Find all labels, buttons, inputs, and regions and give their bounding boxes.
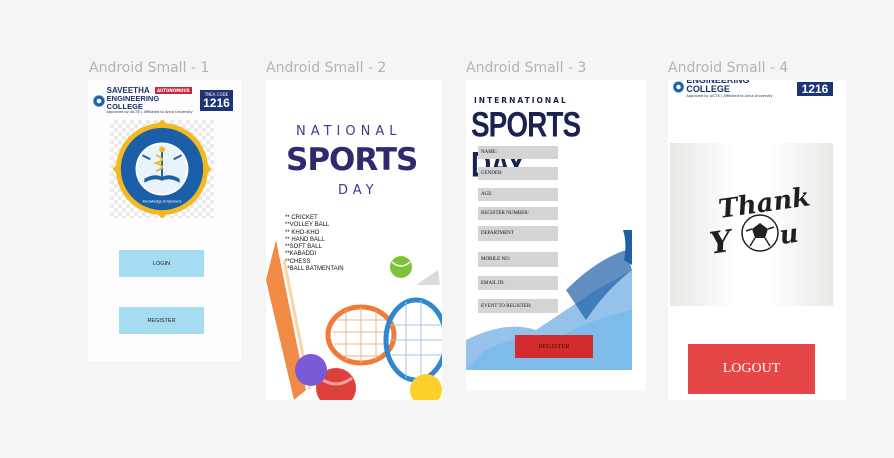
college-header: ENGINEERING COLLEGE Approved by AICTE | … bbox=[673, 80, 833, 99]
you-text-u: u bbox=[778, 219, 801, 251]
gender-field[interactable]: GENDER: bbox=[478, 167, 558, 180]
event-to-register-field[interactable]: EVENT TO REGISTER: bbox=[478, 299, 558, 313]
thank-you-image: Thank Y u bbox=[670, 143, 833, 306]
college-logo-icon bbox=[673, 81, 685, 94]
institute-motto: Knowledge Empowers bbox=[143, 198, 182, 203]
age-field[interactable]: AGE: bbox=[478, 188, 558, 201]
frame-android-small-1: SAVEETHA ENGINEERING COLLEGE Approved by… bbox=[88, 80, 241, 361]
frame-android-small-2: NATIONAL SPORTS DAY ** CRICKET **VOLLEY … bbox=[266, 80, 442, 400]
thank-you-illustration: Thank Y u bbox=[708, 182, 812, 262]
college-name-line2: ENGINEERING COLLEGE bbox=[686, 80, 750, 94]
department-field[interactable]: DEPARTMENT bbox=[478, 226, 558, 241]
frame-android-small-3: INTERNATIONAL SPORTS DAY NAME: GENDER: A… bbox=[466, 80, 646, 390]
mobile-number-field[interactable]: MOBILE NO: bbox=[478, 252, 558, 267]
register-submit-button[interactable]: REGISTER bbox=[515, 335, 593, 358]
login-button[interactable]: LOGIN bbox=[119, 250, 204, 277]
tnea-code-box: TNEA CODE 1216 bbox=[199, 90, 233, 112]
tnea-code-box: 1216 bbox=[796, 82, 833, 97]
autonomous-badge: AUTONOMOUS bbox=[155, 87, 192, 94]
you-text-y: Y bbox=[708, 224, 737, 262]
sports-heading: SPORTS bbox=[286, 142, 418, 178]
tnea-code: 1216 bbox=[801, 82, 829, 97]
list-item: **VOLLEY BALL bbox=[285, 222, 330, 229]
international-heading: INTERNATIONAL bbox=[474, 96, 568, 105]
register-button[interactable]: REGISTER bbox=[119, 307, 204, 334]
list-item: ** KHO-KHO bbox=[285, 229, 320, 236]
institute-logo: Knowledge Empowers bbox=[110, 120, 214, 218]
tnea-code: 1216 bbox=[203, 95, 230, 110]
frame-label-1: Android Small - 1 bbox=[89, 60, 210, 76]
college-logo-icon bbox=[93, 94, 105, 107]
list-item: ** CRICKET bbox=[285, 215, 318, 221]
institute-seal-icon: Knowledge Empowers bbox=[113, 120, 211, 218]
day-heading: DAY bbox=[338, 183, 379, 198]
national-heading: NATIONAL bbox=[296, 124, 402, 139]
college-approved-text: Approved by AICTE | Affiliated to Anna U… bbox=[686, 94, 773, 98]
frame-android-small-4: ENGINEERING COLLEGE Approved by AICTE | … bbox=[668, 80, 846, 400]
email-field[interactable]: EMAIL ID: bbox=[478, 276, 558, 290]
frame-label-3: Android Small - 3 bbox=[466, 60, 587, 76]
sports-equipment-illustration bbox=[266, 240, 442, 400]
college-header: SAVEETHA ENGINEERING COLLEGE Approved by… bbox=[93, 87, 233, 115]
frame-label-4: Android Small - 4 bbox=[668, 60, 789, 76]
frame3-content: INTERNATIONAL SPORTS DAY NAME: GENDER: A… bbox=[466, 80, 632, 390]
logout-button[interactable]: LOGOUT bbox=[688, 344, 815, 394]
college-name-line2: ENGINEERING COLLEGE bbox=[106, 94, 160, 111]
college-approved-text: Approved by AICTE | Affiliated to Anna U… bbox=[106, 110, 193, 114]
frame-label-2: Android Small - 2 bbox=[266, 60, 387, 76]
name-field[interactable]: NAME: bbox=[478, 146, 558, 159]
register-number-field[interactable]: REGISTER NUMBER: bbox=[478, 207, 558, 220]
